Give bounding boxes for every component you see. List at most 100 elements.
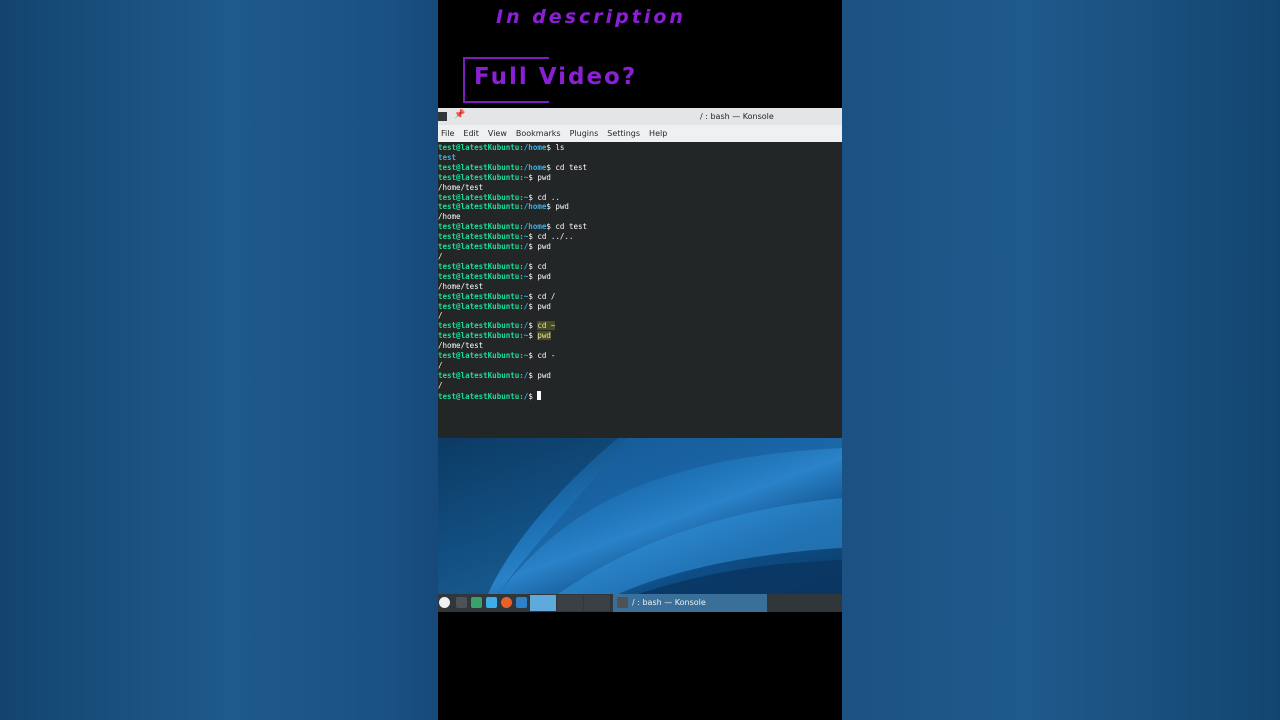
terminal-line: /	[438, 311, 842, 321]
menu-view[interactable]: View	[488, 129, 507, 138]
prompt-user: test@latestKubuntu	[438, 143, 520, 152]
terminal-line: /home/test	[438, 282, 842, 292]
command-output: test	[438, 152, 457, 162]
prompt-user: test@latestKubuntu	[438, 202, 520, 212]
command-text: cd /	[537, 291, 556, 301]
prompt-path: /home	[523, 162, 547, 172]
command-text: cd	[537, 261, 547, 271]
command-output: /home	[438, 212, 461, 222]
menu-edit[interactable]: Edit	[463, 129, 479, 138]
prompt-symbol: $	[528, 321, 538, 331]
terminal-line: test@latestKubuntu:/$	[438, 390, 842, 402]
terminal-line: /home/test	[438, 183, 842, 193]
terminal-line: test@latestKubuntu:~$ pwd	[438, 331, 842, 341]
command-text: ls	[555, 143, 565, 152]
taskbar-konsole-task[interactable]: / : bash — Konsole	[613, 594, 767, 612]
prompt-user: test@latestKubuntu	[438, 301, 520, 311]
prompt-symbol: $	[528, 301, 538, 311]
menu-file[interactable]: File	[441, 129, 454, 138]
prompt-user: test@latestKubuntu	[438, 321, 520, 331]
command-text: cd ..	[537, 192, 560, 202]
prompt-symbol: $	[528, 271, 538, 281]
window-titlebar[interactable]: 📌 / : bash — Konsole	[438, 108, 842, 125]
promo-main-text: Full Video?	[474, 64, 638, 90]
terminal-line: test@latestKubuntu:/$ pwd	[438, 371, 842, 381]
prompt-symbol: $	[528, 331, 538, 341]
terminal-line: test@latestKubuntu:/$ cd ~	[438, 321, 842, 331]
command-text: cd -	[537, 351, 556, 361]
prompt-symbol: $	[528, 242, 538, 252]
terminal-line: test@latestKubuntu:~$ cd ../..	[438, 232, 842, 242]
menu-bookmarks[interactable]: Bookmarks	[516, 129, 561, 138]
prompt-symbol: $	[528, 192, 538, 202]
prompt-path: /home	[523, 222, 547, 232]
prompt-user: test@latestKubuntu	[438, 232, 520, 242]
promo-top-text: In description	[496, 6, 686, 28]
vscode-icon[interactable]	[516, 597, 527, 608]
terminal-line: /	[438, 252, 842, 262]
terminal-line: test@latestKubuntu:/$ pwd	[438, 302, 842, 312]
terminal-line: test@latestKubuntu:~$ cd -	[438, 351, 842, 361]
terminal-line: /	[438, 361, 842, 371]
prompt-user: test@latestKubuntu	[438, 222, 520, 232]
terminal-line: /home/test	[438, 341, 842, 351]
command-text: pwd	[537, 301, 551, 311]
text-cursor	[537, 390, 542, 400]
terminal-line: test@latestKubuntu:/home$ ls	[438, 143, 842, 153]
pin-icon[interactable]: 📌	[454, 110, 465, 120]
terminal-launcher-icon[interactable]	[456, 597, 467, 608]
command-output: /	[438, 380, 443, 390]
command-text: pwd	[537, 172, 551, 182]
konsole-app-icon[interactable]	[438, 112, 447, 121]
prompt-user: test@latestKubuntu	[438, 172, 520, 182]
terminal-line: test	[438, 153, 842, 163]
command-text: pwd	[537, 242, 551, 252]
prompt-user: test@latestKubuntu	[438, 242, 520, 252]
firefox-icon[interactable]	[501, 597, 512, 608]
command-output: /home/test	[438, 341, 484, 351]
menu-bar: File Edit View Bookmarks Plugins Setting…	[438, 125, 842, 142]
command-output: /	[438, 360, 443, 370]
wallpaper-art	[438, 438, 842, 594]
command-text: cd ../..	[537, 232, 574, 242]
prompt-user: test@latestKubuntu	[438, 391, 520, 401]
image-viewer-icon[interactable]	[471, 597, 482, 608]
menu-plugins[interactable]: Plugins	[570, 129, 599, 138]
file-manager-icon[interactable]	[486, 597, 497, 608]
prompt-user: test@latestKubuntu	[438, 291, 520, 301]
prompt-user: test@latestKubuntu	[438, 370, 520, 380]
prompt-symbol: $	[528, 232, 538, 242]
command-output: /home/test	[438, 281, 484, 291]
prompt-symbol: $	[528, 291, 538, 301]
window-title: / : bash — Konsole	[700, 112, 774, 121]
menu-settings[interactable]: Settings	[607, 129, 640, 138]
konsole-window: 📌 / : bash — Konsole File Edit View Book…	[438, 108, 842, 438]
command-text: cd ~	[537, 321, 556, 331]
prompt-path: /home	[523, 143, 547, 152]
terminal-line: /home	[438, 212, 842, 222]
command-text: pwd	[555, 202, 569, 212]
prompt-user: test@latestKubuntu	[438, 162, 520, 172]
video-frame: In description Full Video? 📌 / : bash — …	[438, 0, 842, 720]
prompt-user: test@latestKubuntu	[438, 192, 520, 202]
app-launcher-icon[interactable]	[439, 597, 450, 608]
command-text: cd test	[555, 222, 588, 232]
terminal-line: test@latestKubuntu:/home$ cd test	[438, 163, 842, 173]
prompt-user: test@latestKubuntu	[438, 261, 520, 271]
prompt-symbol: $	[528, 261, 538, 271]
virtual-desktop-1[interactable]	[530, 595, 556, 611]
virtual-desktop-3[interactable]	[584, 595, 610, 611]
menu-help[interactable]: Help	[649, 129, 667, 138]
virtual-desktop-2[interactable]	[557, 595, 583, 611]
terminal-line: /	[438, 381, 842, 391]
command-text: cd test	[555, 162, 588, 172]
command-text: pwd	[537, 331, 551, 341]
terminal-line: test@latestKubuntu:~$ pwd	[438, 272, 842, 282]
terminal-output[interactable]: test@latestKubuntu:/home$ ls test test@lat…	[438, 142, 842, 402]
prompt-user: test@latestKubuntu	[438, 351, 520, 361]
prompt-symbol: $	[528, 391, 538, 401]
prompt-path: /home	[523, 202, 547, 212]
prompt-symbol: $	[528, 370, 538, 380]
prompt-symbol: $	[528, 351, 538, 361]
prompt-user: test@latestKubuntu	[438, 271, 520, 281]
